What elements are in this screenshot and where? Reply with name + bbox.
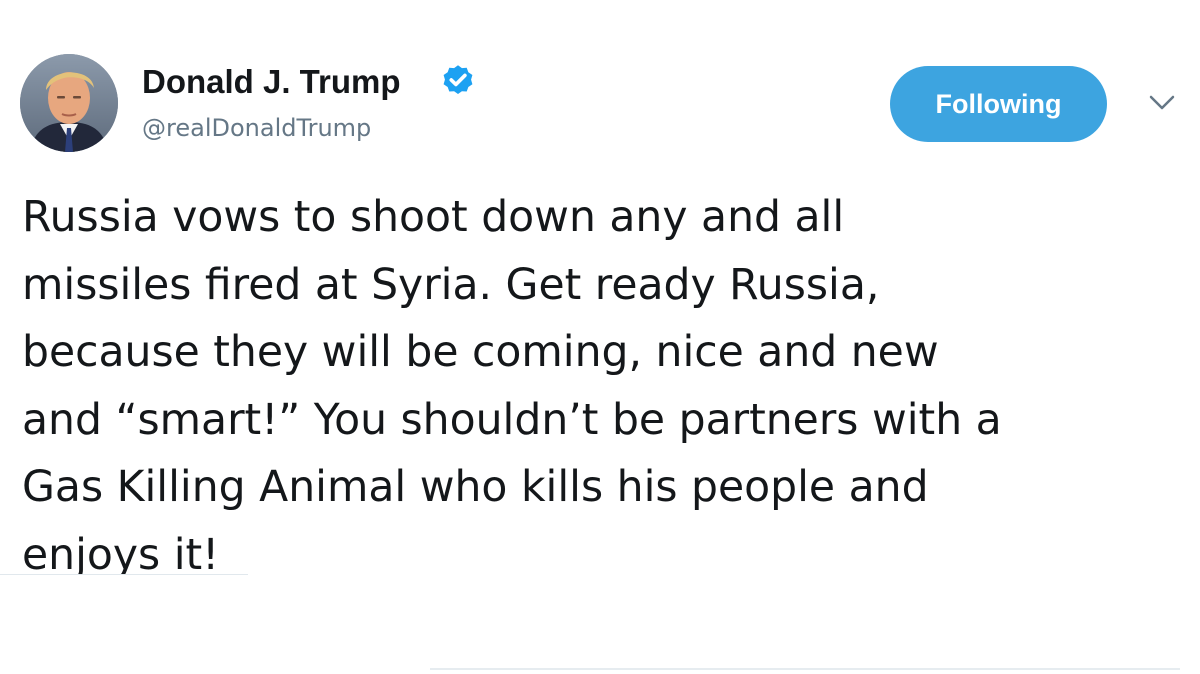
verified-badge-icon — [443, 65, 473, 95]
following-button[interactable]: Following — [890, 66, 1107, 142]
handle[interactable]: @realDonaldTrump — [142, 111, 371, 145]
divider — [430, 668, 1180, 670]
tweet-text-line: enjoys it! — [22, 530, 220, 575]
tweet-text-line: Gas Killing Animal who kills his people … — [22, 463, 929, 512]
tweet-text-line: missiles fired at Syria. Get ready Russi… — [22, 260, 880, 310]
avatar[interactable] — [20, 54, 118, 152]
tweet-text-line: Russia vows to shoot down any and all — [22, 193, 845, 242]
divider — [0, 574, 248, 575]
tweet-text-line: and “smart!” You shouldn’t be partners w… — [22, 395, 1002, 445]
chevron-down-icon[interactable] — [1148, 94, 1176, 112]
display-name[interactable]: Donald J. Trump — [142, 60, 401, 104]
tweet-text: Russia vows to shoot down any and all mi… — [22, 184, 1192, 574]
profile-avatar-image — [20, 54, 118, 152]
tweet-text-line: because they will be coming, nice and ne… — [22, 328, 939, 377]
